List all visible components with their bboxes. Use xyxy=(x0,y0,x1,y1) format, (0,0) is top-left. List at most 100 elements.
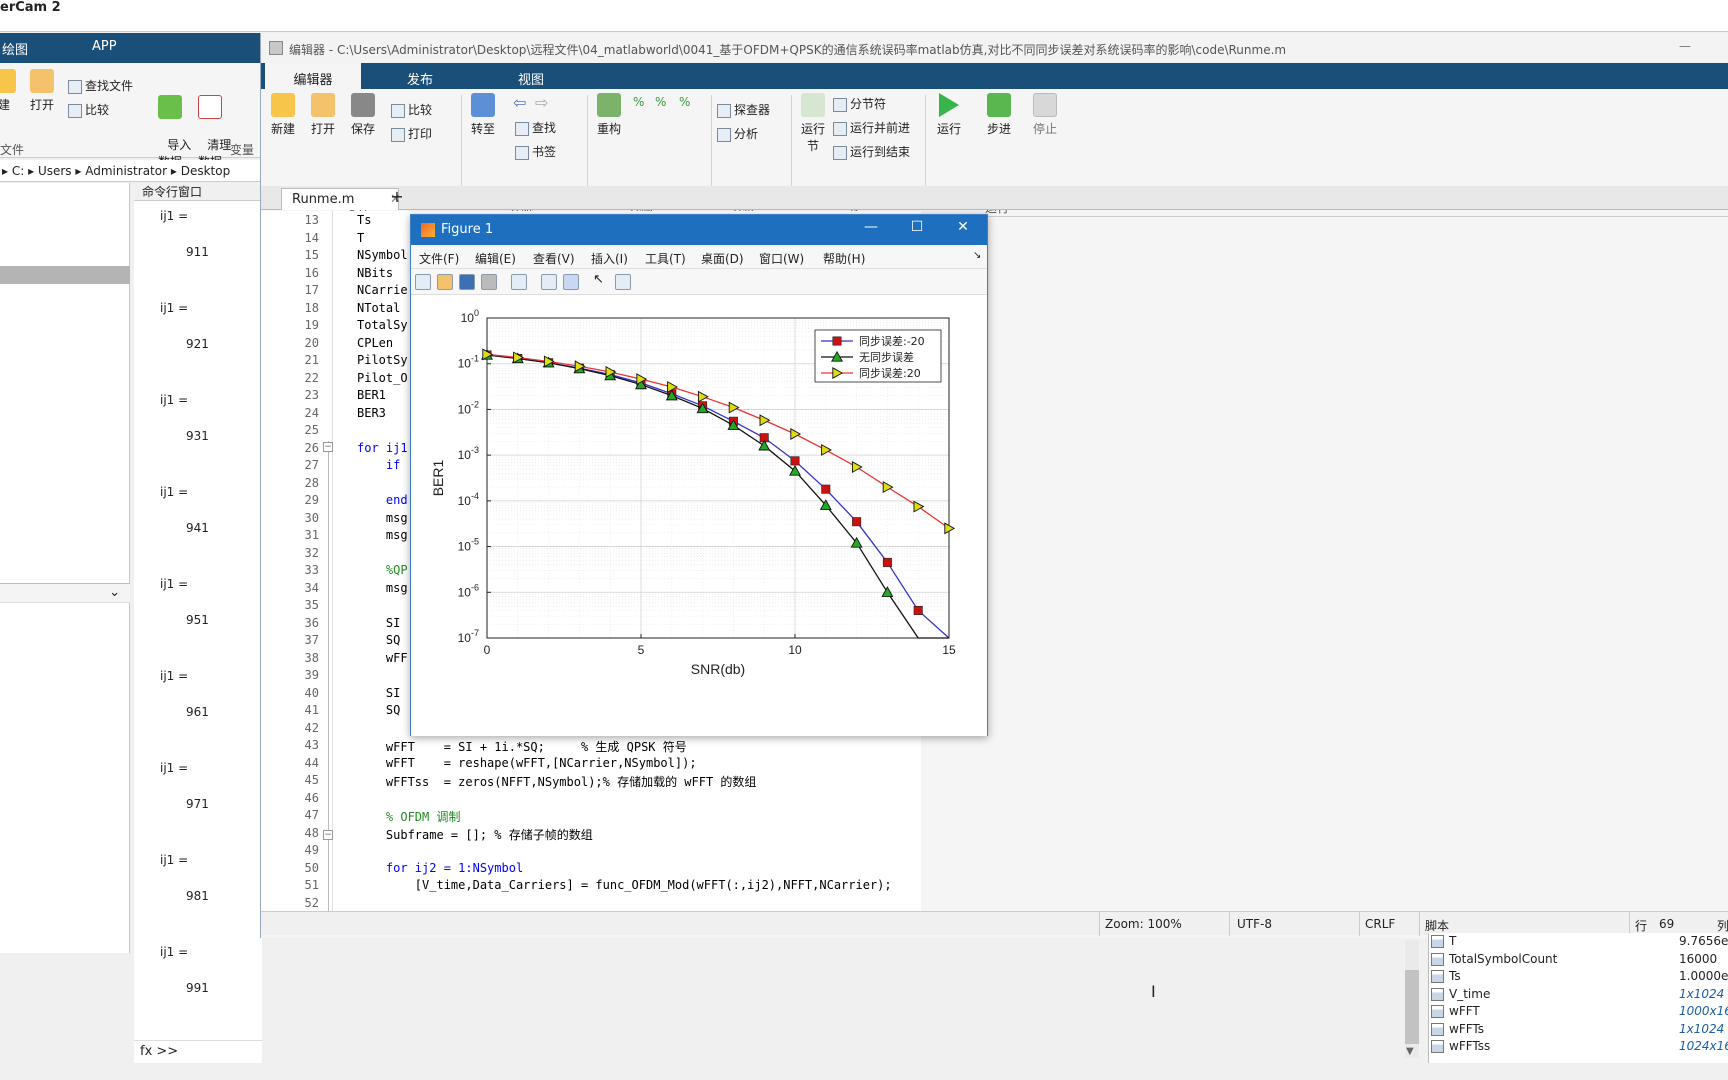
code-line[interactable]: end xyxy=(357,493,408,507)
document-tab-runme[interactable]: Runme.m ✕ xyxy=(281,188,401,210)
breadcrumb-item[interactable]: C: xyxy=(12,164,24,178)
code-line[interactable]: SI xyxy=(357,686,400,700)
code-line[interactable]: NBits xyxy=(357,266,393,280)
open-file-icon[interactable] xyxy=(437,274,453,290)
run-to-end-button[interactable]: 运行到结束 xyxy=(833,143,910,160)
tab-apps[interactable]: APP xyxy=(92,39,117,54)
code-line[interactable]: %QP xyxy=(357,563,408,577)
code-line[interactable]: % OFDM 调制 xyxy=(357,808,461,825)
code-line[interactable]: Ts xyxy=(357,213,371,227)
editor-compare-button[interactable]: 比较 xyxy=(391,101,432,118)
workspace-row[interactable]: Ts 1.0000e xyxy=(1429,968,1728,985)
code-line[interactable]: NCarrie xyxy=(357,283,408,297)
ber-chart[interactable]: 0 5 10 15 100 10-1 10-2 10-3 10-4 10-5 10-6 10-7 SNR… xyxy=(411,296,987,736)
command-window[interactable]: 命令行窗口 ij1 = 911 ij1 = 921 ij1 = 931 ij1 = 941 ij… xyxy=(134,183,262,1063)
code-line[interactable]: TotalSy xyxy=(357,318,408,332)
property-editor-icon[interactable] xyxy=(615,274,631,290)
menu-desktop[interactable]: 桌面(D) xyxy=(701,250,744,267)
scroll-down-icon[interactable]: ▼ xyxy=(1406,1046,1414,1057)
code-line[interactable]: msg xyxy=(357,581,408,595)
code-line[interactable]: wFFT = reshape(wFFT,[NCarrier,NSymbol]); xyxy=(357,756,697,770)
run-button[interactable]: 运行 xyxy=(931,93,967,137)
tab-view[interactable]: 视图 xyxy=(481,63,581,89)
tab-editor[interactable]: 编辑器 xyxy=(265,63,361,89)
analyze-button[interactable]: 分析 xyxy=(717,125,758,142)
code-line[interactable]: wFF xyxy=(357,651,408,665)
close-icon[interactable]: ✕ xyxy=(949,219,977,241)
profiler-button[interactable]: 探查器 xyxy=(717,101,770,118)
fold-toggle[interactable]: − xyxy=(323,442,333,452)
workspace-row[interactable]: V_time 1x1024 xyxy=(1429,986,1728,1003)
minimize-icon[interactable]: — xyxy=(857,219,885,241)
code-line[interactable]: for ij2 = 1:NSymbol xyxy=(357,861,523,875)
menu-tools[interactable]: 工具(T) xyxy=(645,250,686,267)
code-line[interactable]: msg xyxy=(357,511,408,525)
editor-open-button[interactable]: 打开 xyxy=(305,93,341,137)
dock-arrow-icon[interactable]: ↘ xyxy=(973,250,981,261)
run-advance-button[interactable]: 运行并前进 xyxy=(833,119,910,136)
menu-view[interactable]: 查看(V) xyxy=(533,250,575,267)
refactor-button[interactable]: 重构 xyxy=(591,93,627,137)
code-line[interactable]: wFFTss = zeros(NFFT,NSymbol);% 存储加载的 wFF… xyxy=(357,773,757,790)
new-button[interactable]: 建 xyxy=(0,69,22,113)
section-break-button[interactable]: 分节符 xyxy=(833,95,886,112)
back-icon[interactable]: ⇦ xyxy=(513,93,526,112)
code-line[interactable]: [V_time,Data_Carriers] = func_OFDM_Mod(w… xyxy=(357,878,892,892)
code-line[interactable]: BER1 xyxy=(357,388,386,402)
workspace-row[interactable]: wFFTs 1x1024 xyxy=(1429,1021,1728,1038)
code-line[interactable]: CPLen xyxy=(357,336,393,350)
menu-edit[interactable]: 编辑(E) xyxy=(475,250,516,267)
comment-icon[interactable]: % xyxy=(633,95,644,109)
open-button[interactable]: 打开 xyxy=(24,69,60,113)
menu-file[interactable]: 文件(F) xyxy=(419,250,459,267)
step-button[interactable]: 步进 xyxy=(981,93,1017,137)
wrap-comments-icon[interactable]: % xyxy=(679,95,690,109)
figure-window[interactable]: Figure 1 — ☐ ✕ 文件(F) 编辑(E) 查看(V) 插入(I) 工… xyxy=(410,214,988,736)
workspace-panel[interactable]: T 9.7656e TotalSymbolCount 16000 Ts 1.0000e V_… xyxy=(1428,933,1728,1063)
uncomment-icon[interactable]: % xyxy=(655,95,666,109)
code-line[interactable]: Subframe = []; % 存储子帧的数组 xyxy=(357,826,593,843)
file-browser-selected-row[interactable] xyxy=(0,266,130,284)
forward-icon[interactable]: ⇨ xyxy=(535,93,548,112)
file-browser[interactable]: ⌄ xyxy=(0,183,130,953)
editor-print-button[interactable]: 打印 xyxy=(391,125,432,142)
save-icon[interactable] xyxy=(459,274,475,290)
insert-legend-icon[interactable] xyxy=(563,274,579,290)
add-tab-button[interactable]: + xyxy=(385,187,409,207)
code-line[interactable]: BER3 xyxy=(357,406,386,420)
code-line[interactable]: msg xyxy=(357,528,408,542)
compare-button[interactable]: 比较 xyxy=(68,101,109,118)
find-button[interactable]: 查找 xyxy=(515,119,556,136)
pointer-icon[interactable]: ↖ xyxy=(593,272,609,288)
details-panel-header[interactable]: ⌄ xyxy=(0,583,130,603)
code-line[interactable]: for ij1 xyxy=(357,441,408,455)
code-line[interactable]: SQ xyxy=(357,633,400,647)
goto-button[interactable]: 转至 xyxy=(465,93,501,137)
print-icon[interactable] xyxy=(481,274,497,290)
run-section-button[interactable]: 运行 节 xyxy=(795,93,831,154)
tab-plots[interactable]: 绘图 xyxy=(2,39,28,58)
workspace-row[interactable]: TotalSymbolCount 16000 xyxy=(1429,951,1728,968)
new-figure-icon[interactable] xyxy=(415,274,431,290)
code-line[interactable]: NTotal xyxy=(357,301,400,315)
find-files-button[interactable]: 查找文件 xyxy=(68,77,133,94)
workspace-scrollbar-thumb[interactable] xyxy=(1405,970,1419,1044)
code-line[interactable]: PilotSy xyxy=(357,353,408,367)
code-line[interactable]: Pilot_O xyxy=(357,371,408,385)
code-line[interactable]: SI xyxy=(357,616,400,630)
tab-publish[interactable]: 发布 xyxy=(365,63,475,89)
minimize-icon[interactable]: — xyxy=(1679,39,1691,53)
breadcrumb-item[interactable]: Desktop xyxy=(181,164,231,178)
insert-colorbar-icon[interactable] xyxy=(541,274,557,290)
breadcrumb-item[interactable]: Users xyxy=(38,164,72,178)
code-line[interactable]: T xyxy=(357,231,364,245)
code-line[interactable]: SQ xyxy=(357,703,400,717)
menu-window[interactable]: 窗口(W) xyxy=(759,250,804,267)
bookmark-button[interactable]: 书签 xyxy=(515,143,556,160)
maximize-icon[interactable]: ☐ xyxy=(903,219,931,241)
command-prompt[interactable]: fx >> xyxy=(134,1040,262,1062)
editor-save-button[interactable]: 保存 xyxy=(345,93,381,137)
code-line[interactable]: NSymbol xyxy=(357,248,408,262)
code-line[interactable]: if xyxy=(357,458,400,472)
fold-toggle[interactable]: − xyxy=(323,830,333,840)
